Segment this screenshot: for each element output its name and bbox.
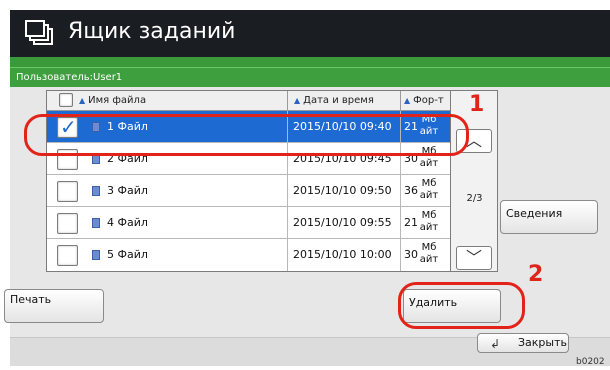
file-icon [92, 186, 100, 196]
column-header-format[interactable]: ▲ Фор-т [400, 91, 450, 111]
sort-triangle-icon: ▲ [79, 96, 86, 105]
file-name: 3 Файл [107, 184, 148, 197]
file-size: 30 [404, 248, 418, 261]
row-checkbox[interactable] [57, 181, 78, 202]
file-datetime: 2015/10/10 09:55 [293, 216, 392, 229]
return-arrow-icon: ↲ [490, 337, 501, 351]
column-label: Дата и время [303, 95, 374, 106]
user-label: Пользователь: [16, 72, 94, 83]
column-header-datetime[interactable]: ▲ Дата и время [287, 91, 400, 111]
job-box-icon [25, 20, 53, 45]
table-row[interactable]: 3 Файл 2015/10/10 09:50 36 Мб айт [47, 175, 450, 207]
close-label: Закрыть [518, 336, 567, 349]
file-datetime: 2015/10/10 10:00 [293, 248, 392, 261]
file-icon [92, 250, 100, 260]
table-row[interactable]: 5 Файл 2015/10/10 10:00 30 Мб айт [47, 239, 450, 271]
callout-ring-1 [24, 114, 469, 156]
file-name: 4 Файл [107, 216, 148, 229]
callout-number-1: 1 [469, 92, 485, 117]
file-size: 21 [404, 216, 418, 229]
scroll-down-button[interactable]: ﹀ [456, 246, 492, 270]
user-bar: Пользователь:User1 [10, 67, 610, 87]
accent-bar [10, 57, 610, 67]
file-size-unit: Мб айт [419, 242, 439, 265]
window-title: Ящик заданий [68, 19, 236, 44]
file-size: 36 [404, 184, 418, 197]
file-size-unit: Мб айт [419, 210, 439, 233]
select-all-checkbox[interactable] [59, 93, 73, 107]
file-datetime: 2015/10/10 09:50 [293, 184, 392, 197]
column-header-name[interactable]: ▲ Имя файла [47, 91, 287, 111]
print-button[interactable]: Печать [4, 289, 104, 323]
row-checkbox[interactable] [57, 245, 78, 266]
table-row[interactable]: 4 Файл 2015/10/10 09:55 21 Мб айт [47, 207, 450, 239]
figure-reference: b0202 [576, 357, 605, 367]
callout-number-2: 2 [528, 262, 544, 287]
user-name: User1 [93, 72, 123, 83]
file-size-unit: Мб айт [419, 178, 439, 201]
close-button[interactable]: ↲ Закрыть [477, 333, 569, 353]
file-name: 5 Файл [107, 248, 148, 261]
sort-triangle-icon: ▲ [404, 96, 411, 105]
column-label: Фор-т [413, 95, 444, 106]
page-indicator: 2/3 [466, 193, 483, 204]
sort-triangle-icon: ▲ [294, 96, 301, 105]
title-bar: Ящик заданий [10, 10, 610, 57]
callout-ring-2 [398, 282, 525, 329]
file-icon [92, 218, 100, 228]
row-checkbox[interactable] [57, 213, 78, 234]
chevron-down-icon: ﹀ [465, 248, 482, 267]
column-label: Имя файла [88, 95, 147, 106]
details-button[interactable]: Сведения [500, 200, 598, 234]
